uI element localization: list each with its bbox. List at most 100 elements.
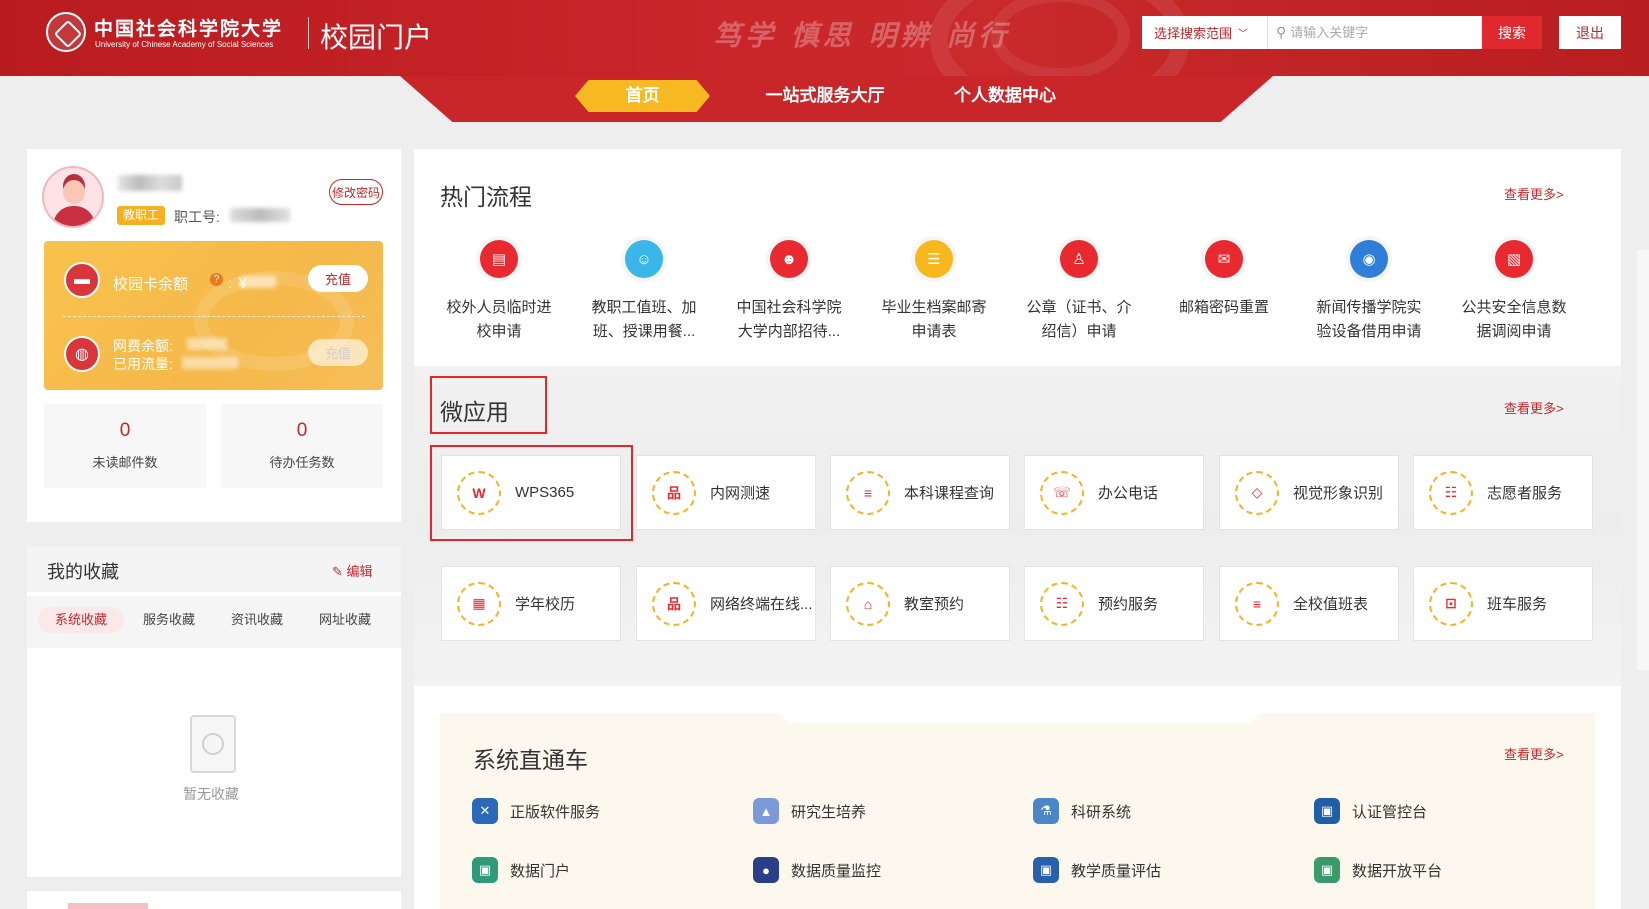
search-scope-label: 选择搜索范围 <box>1154 26 1233 41</box>
shortcut-licensed-software[interactable]: ✕ 正版软件服务 <box>472 798 600 824</box>
help-icon[interactable]: ? <box>210 273 223 286</box>
pending-task-stat[interactable]: 0 待办任务数 <box>221 404 383 488</box>
header-divider <box>308 17 309 49</box>
micro-app-label: 学年校历 <box>515 596 576 613</box>
pending-task-label: 待办任务数 <box>269 455 335 470</box>
campus-card-balance-label: 校园卡余额 <box>113 276 189 293</box>
change-password-button[interactable]: 修改密码 <box>329 179 383 205</box>
micro-app-wps365[interactable]: W WPS365 <box>441 455 621 530</box>
unread-mail-stat[interactable]: 0 未读邮件数 <box>44 404 206 488</box>
hot-process-item[interactable]: ▧ 公共安全信息数 据调阅申请 <box>1452 240 1576 344</box>
campus-card-recharge-button[interactable]: 充值 <box>308 265 368 292</box>
micro-apps-title: 微应用 <box>440 399 509 425</box>
tab-system-favorites[interactable]: 系统收藏 <box>38 607 124 633</box>
shortcut-label: 科研系统 <box>1071 803 1132 821</box>
micro-app-shuttle-bus[interactable]: ⊡ 班车服务 <box>1413 566 1593 641</box>
monitor-icon: ▣ <box>1314 798 1340 824</box>
campus-card-icon: ▬ <box>64 262 100 298</box>
badge-icon: ☺ <box>625 240 663 278</box>
tab-service-favorites[interactable]: 服务收藏 <box>128 607 210 633</box>
graduation-cap-icon: ▲ <box>753 798 779 824</box>
micro-app-duty-roster[interactable]: ≡ 全校值班表 <box>1219 566 1399 641</box>
avatar-body <box>53 206 95 226</box>
monitor-icon: ▣ <box>472 857 498 883</box>
search-button[interactable]: 搜索 <box>1482 16 1542 49</box>
network-flow-label: 已用流量: <box>113 356 173 372</box>
micro-apps-more-link[interactable]: 查看更多> <box>1504 398 1564 417</box>
shortcut-label: 研究生培养 <box>791 803 867 821</box>
nav-tab-home[interactable]: 首页 <box>575 80 710 112</box>
nav-tab-one-stop-service[interactable]: 一站式服务大厅 <box>745 80 905 112</box>
home-icon: ⌂ <box>846 581 890 626</box>
search-box[interactable]: ⚲ <box>1268 16 1482 49</box>
micro-app-label: 志愿者服务 <box>1487 485 1563 502</box>
monitor-icon: ▣ <box>1314 857 1340 883</box>
network-balance-label: 网费余额: <box>113 338 173 354</box>
favorites-title: 我的收藏 <box>47 562 119 582</box>
hot-process-label: 公共安全信息数 据调阅申请 <box>1461 299 1567 340</box>
avatar <box>42 166 104 228</box>
micro-app-visual-identity[interactable]: ◇ 视觉形象识别 <box>1219 455 1399 530</box>
hot-processes-more-link[interactable]: 查看更多> <box>1504 184 1564 203</box>
shortcut-research-system[interactable]: ⚗ 科研系统 <box>1033 798 1131 824</box>
globe-icon: ◍ <box>64 336 100 372</box>
hot-process-item[interactable]: ☺ 教职工值班、加 班、授课用餐... <box>582 240 706 344</box>
hot-process-item[interactable]: ☰ 毕业生档案邮寄 申请表 <box>872 240 996 344</box>
search-input[interactable] <box>1290 17 1471 48</box>
shortcut-auth-console[interactable]: ▣ 认证管控台 <box>1314 798 1427 824</box>
favorites-edit-button[interactable]: ✎ 编辑 <box>332 561 373 580</box>
university-emblem-icon <box>46 12 86 52</box>
micro-app-course-query[interactable]: ≡ 本科课程查询 <box>830 455 1010 530</box>
user-circle-icon: ● <box>753 857 779 883</box>
micro-app-terminal-online[interactable]: 品 网络终端在线... <box>636 566 816 641</box>
hot-process-label: 新闻传播学院实 验设备借用申请 <box>1316 299 1422 340</box>
hot-process-item[interactable]: ✉ 邮箱密码重置 <box>1162 240 1286 320</box>
staff-id-label: 职工号: <box>174 209 220 225</box>
micro-app-label: 班车服务 <box>1487 596 1548 613</box>
hot-process-item[interactable]: ◉ 新闻传播学院实 验设备借用申请 <box>1307 240 1431 344</box>
avatar-head <box>63 180 85 204</box>
favorites-edit-label: 编辑 <box>346 564 373 579</box>
volunteer-icon: ☷ <box>1429 470 1473 515</box>
phone-icon: ☏ <box>1040 470 1084 515</box>
nav-tab-personal-data[interactable]: 个人数据中心 <box>935 80 1075 112</box>
tab-url-favorites[interactable]: 网址收藏 <box>304 607 386 633</box>
hot-process-item[interactable]: ▤ 校外人员临时进 校申请 <box>437 240 561 344</box>
document-icon: ▤ <box>480 240 518 278</box>
shortcut-label: 正版软件服务 <box>510 803 601 821</box>
empty-document-icon <box>190 715 236 773</box>
micro-app-label: 内网测速 <box>710 485 771 502</box>
micro-app-office-phone[interactable]: ☏ 办公电话 <box>1024 455 1204 530</box>
shortcut-data-quality[interactable]: ● 数据质量监控 <box>753 857 881 883</box>
micro-app-academic-calendar[interactable]: ▦ 学年校历 <box>441 566 621 641</box>
hot-process-label: 毕业生档案邮寄 申请表 <box>881 299 987 340</box>
role-badge: 教职工 <box>117 206 166 225</box>
tools-icon: ✕ <box>472 798 498 824</box>
system-shortcuts-more-link[interactable]: 查看更多> <box>1504 744 1564 763</box>
pending-task-count: 0 <box>296 420 308 441</box>
shortcut-open-data-platform[interactable]: ▣ 数据开放平台 <box>1314 857 1442 883</box>
tab-news-favorites[interactable]: 资讯收藏 <box>216 607 298 633</box>
search-scope-select[interactable]: 选择搜索范围 ﹀ <box>1142 16 1268 49</box>
logout-button[interactable]: 退出 <box>1559 16 1621 49</box>
network-recharge-button[interactable]: 充值 <box>308 339 368 366</box>
micro-app-volunteer[interactable]: ☷ 志愿者服务 <box>1413 455 1593 530</box>
portal-title: 校园门户 <box>320 22 433 53</box>
shortcut-label: 数据质量监控 <box>791 862 882 880</box>
unread-mail-label: 未读邮件数 <box>92 455 158 470</box>
micro-app-network-speed[interactable]: 品 内网测速 <box>636 455 816 530</box>
hot-process-label: 教职工值班、加 班、授课用餐... <box>591 299 697 340</box>
micro-app-appointment[interactable]: ☷ 预约服务 <box>1024 566 1204 641</box>
university-logo-english: University of Chinese Academy of Social … <box>95 40 274 49</box>
shortcut-data-portal[interactable]: ▣ 数据门户 <box>472 857 570 883</box>
shortcut-teaching-evaluation[interactable]: ▣ 教学质量评估 <box>1033 857 1161 883</box>
micro-app-classroom-booking[interactable]: ⌂ 教室预约 <box>830 566 1010 641</box>
hot-processes-title: 热门流程 <box>440 184 532 210</box>
camera-icon: ◉ <box>1350 240 1388 278</box>
shortcut-label: 认证管控台 <box>1352 803 1428 821</box>
staff-id-redacted <box>230 208 290 222</box>
hot-process-item[interactable]: ♙ 公章（证书、介 绍信）申请 <box>1017 240 1141 344</box>
shortcut-graduate-training[interactable]: ▲ 研究生培养 <box>753 798 866 824</box>
university-motto: 笃学 慎思 明辨 尚行 <box>713 19 1011 52</box>
hot-process-item[interactable]: ☻ 中国社会科学院 大学内部招待... <box>727 240 851 344</box>
